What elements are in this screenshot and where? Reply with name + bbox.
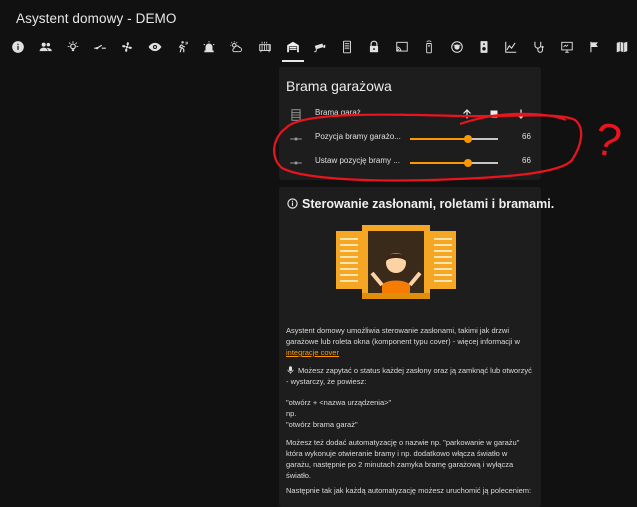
intro-paragraph: Asystent domowy umożliwia sterowanie zas… <box>286 325 534 358</box>
info-card-title-row: Sterowanie zasłonami, roletami i bramami… <box>287 197 554 211</box>
fan-icon <box>122 42 132 52</box>
position-label: Pozycja bramy garażo... <box>315 132 401 141</box>
annotation-question-mark: ? <box>590 112 626 168</box>
lock-icon <box>369 40 379 53</box>
active-tab-indicator <box>282 60 304 62</box>
cover-entity-label: Brama garaż <box>315 108 361 117</box>
position-slider-thumb[interactable] <box>464 135 473 143</box>
tab-sensors[interactable] <box>144 36 166 58</box>
chart-icon <box>505 41 517 53</box>
tab-alarm[interactable] <box>198 36 220 58</box>
bulb-icon <box>67 41 79 52</box>
tab-server[interactable] <box>336 36 358 58</box>
close-cover-button[interactable] <box>513 106 529 122</box>
intro-text: Asystent domowy umożliwia sterowanie zas… <box>286 326 520 346</box>
automation-paragraph: Możesz też dodać automatyzację o nazwie … <box>286 438 520 480</box>
stethoscope-icon <box>534 41 544 53</box>
example-line-1: "otwórz + <nazwa urządzenia>" <box>286 398 392 407</box>
arrow-up-icon <box>463 109 471 119</box>
cast-icon <box>396 41 408 52</box>
tab-lock[interactable] <box>363 36 385 58</box>
tab-camera[interactable] <box>309 36 331 58</box>
tab-remote[interactable] <box>418 36 440 58</box>
tab-fans[interactable] <box>116 36 138 58</box>
alarm-light-icon <box>203 41 215 53</box>
info-card-title: Sterowanie zasłonami, roletami i bramami… <box>302 197 555 211</box>
ray-vertex-icon <box>290 137 302 141</box>
map-icon <box>616 41 628 53</box>
microphone-icon <box>287 366 294 374</box>
radiator-icon <box>259 41 271 53</box>
window-shutters-illustration <box>336 225 456 299</box>
tab-heating[interactable] <box>254 36 276 58</box>
tab-flag[interactable] <box>584 36 606 58</box>
garage-icon <box>287 41 299 53</box>
stop-cover-button[interactable] <box>486 106 502 122</box>
app-title: Asystent domowy - DEMO <box>16 11 177 26</box>
position-value: 66 <box>522 132 531 141</box>
example-line-2: np. <box>286 409 297 418</box>
server-icon <box>343 40 351 54</box>
position-slider[interactable] <box>410 135 498 143</box>
remote-icon <box>426 40 432 54</box>
set-position-value: 66 <box>522 156 531 165</box>
ray-vertex-icon <box>290 161 302 165</box>
cover-integration-link[interactable]: integracje cover <box>286 348 339 357</box>
set-position-row: Ustaw pozycję bramy ... 66 <box>279 151 541 175</box>
voice-paragraph: Możesz zapytać o status każdej zasłony o… <box>286 365 534 387</box>
monitor-icon <box>561 41 573 53</box>
info-card: Sterowanie zasłonami, roletami i bramami… <box>279 187 554 507</box>
info-icon <box>287 198 298 209</box>
tab-garage[interactable] <box>282 36 304 58</box>
vacuum-icon <box>451 41 463 53</box>
tab-people[interactable] <box>35 36 57 58</box>
tab-map[interactable] <box>611 36 633 58</box>
view-tabs <box>0 34 637 62</box>
set-position-label: Ustaw pozycję bramy ... <box>315 156 400 165</box>
set-position-slider[interactable] <box>410 159 498 167</box>
tab-monitor[interactable] <box>556 36 578 58</box>
tab-speaker[interactable] <box>473 36 495 58</box>
tab-weather[interactable] <box>225 36 247 58</box>
voice-text: Możesz zapytać o status każdej zasłony o… <box>286 366 532 386</box>
tab-health[interactable] <box>528 36 550 58</box>
speaker-icon <box>480 41 488 53</box>
switch-icon <box>94 44 106 50</box>
app-header: Asystent domowy - DEMO <box>0 0 637 66</box>
tab-cast[interactable] <box>391 36 413 58</box>
arrow-down-icon <box>517 109 525 119</box>
garage-cover-card: Brama garażowa Brama garaż Pozycja bramy… <box>279 67 541 180</box>
set-position-slider-fill <box>410 162 469 164</box>
stop-icon <box>490 110 498 118</box>
example-block: "otwórz + <nazwa urządzenia>" np. "otwór… <box>286 397 534 430</box>
eye-icon <box>148 42 162 52</box>
example-line-3: "otwórz brama garaż" <box>286 420 358 429</box>
people-icon <box>39 42 52 52</box>
walk-icon <box>178 41 188 53</box>
position-slider-fill <box>410 138 469 140</box>
set-position-slider-thumb[interactable] <box>464 159 473 167</box>
open-cover-button[interactable] <box>459 106 475 122</box>
tab-motion[interactable] <box>171 36 193 58</box>
flag-icon <box>590 41 598 53</box>
trigger-paragraph: Następnie tak jak każdą automatyzację mo… <box>286 486 532 495</box>
cover-entity-row[interactable]: Brama garaż <box>279 103 541 127</box>
position-row: Pozycja bramy garażo... 66 <box>279 127 541 151</box>
camera-icon <box>314 43 326 53</box>
tab-switches[interactable] <box>89 36 111 58</box>
garage-door-icon <box>291 109 301 121</box>
info-icon <box>12 41 24 53</box>
tab-info[interactable] <box>7 36 29 58</box>
tab-vacuum[interactable] <box>446 36 468 58</box>
weather-icon <box>230 41 242 53</box>
tab-lights[interactable] <box>62 36 84 58</box>
card-title: Brama garażowa <box>286 78 392 94</box>
tab-history[interactable] <box>500 36 522 58</box>
